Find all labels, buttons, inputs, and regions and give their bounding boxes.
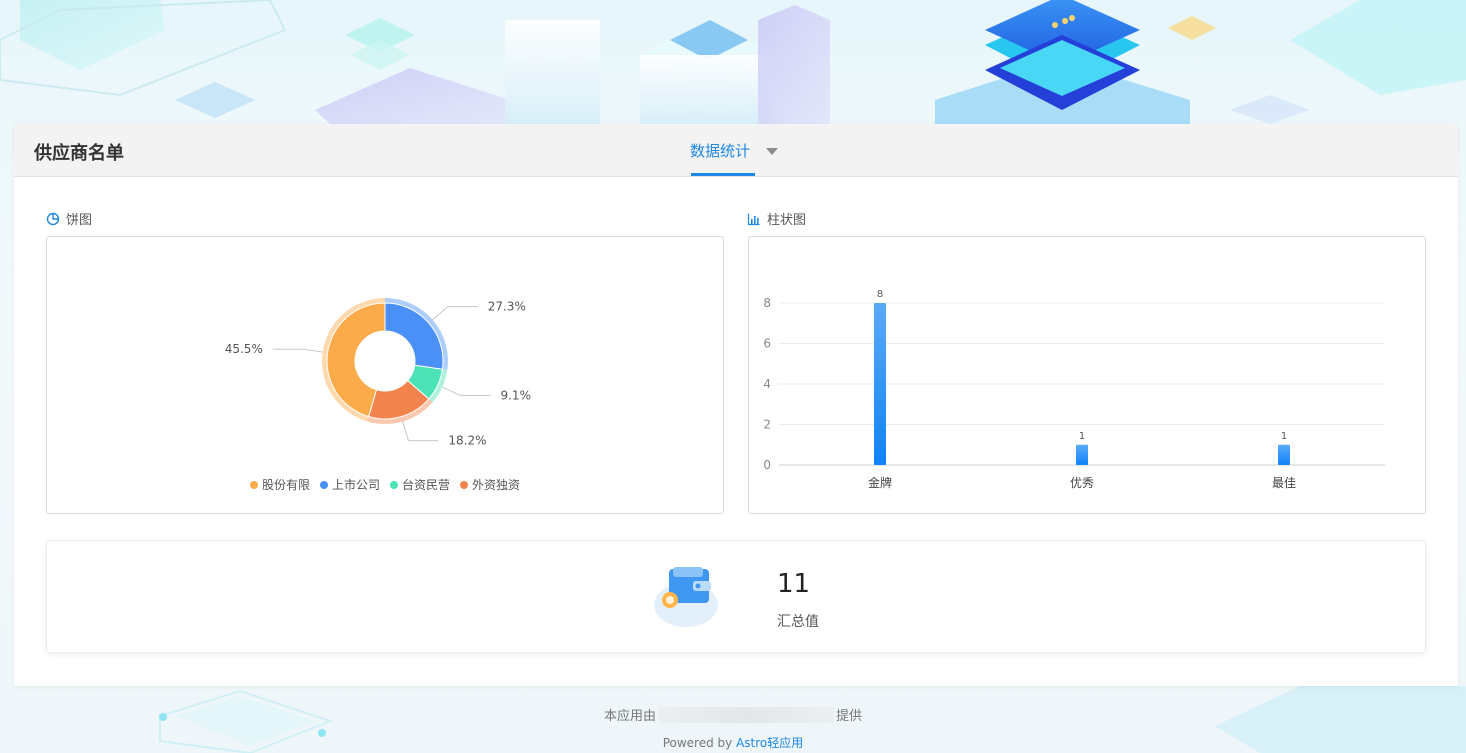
background-decoration (0, 0, 1466, 124)
pie-percent-label: 45.5% (225, 342, 263, 356)
tab-active-underline (691, 173, 755, 176)
legend-label: 台资民营 (402, 478, 451, 492)
y-tick-label: 4 (763, 377, 771, 391)
page-title: 供应商名单 (34, 143, 124, 164)
legend-dot (249, 480, 258, 489)
x-tick-label: 优秀 (1070, 476, 1094, 490)
bar-section-title: 柱状图 (767, 213, 807, 228)
x-tick-label: 最佳 (1272, 476, 1296, 490)
pie-percent-label: 27.3% (488, 300, 526, 314)
footer-provided-suffix: 提供 (836, 709, 863, 724)
redacted-provider-name (658, 707, 834, 723)
footer-powered-by: Powered by Astro轻应用 (0, 734, 1466, 751)
pie-section-title: 饼图 (66, 213, 93, 228)
y-tick-label: 8 (763, 296, 771, 310)
legend-label: 外资独资 (472, 478, 521, 492)
bar-section-label: 柱状图 (747, 209, 806, 228)
legend-item[interactable]: 台资民营 (390, 476, 450, 493)
legend-item[interactable]: 外资独资 (460, 476, 520, 493)
x-tick-label: 金牌 (868, 475, 892, 490)
footer-provider: 本应用由 提供 (0, 705, 1466, 724)
summary-card: 11 汇总值 (46, 540, 1426, 653)
legend-label: 股份有限 (261, 478, 310, 492)
pie-label-line (442, 386, 491, 396)
pie-chart-icon (46, 212, 60, 225)
y-tick-label: 0 (763, 458, 771, 472)
main-card: 供应商名单 数据统计 饼图 45.5% 27.3% 9.1% 18.2% 股份有限 上市… (14, 124, 1458, 686)
footer-powered-text: Powered by (662, 736, 733, 750)
legend-item[interactable]: 股份有限 (249, 476, 310, 493)
background-illustration (0, 0, 1466, 124)
donut-hole (355, 331, 415, 391)
legend-label: 上市公司 (331, 478, 380, 492)
card-header: 供应商名单 数据统计 (14, 124, 1458, 177)
bar-chart: 0 2 4 6 8 8 金牌 1 优秀 1 最佳 (763, 289, 1385, 490)
summary-label: 汇总值 (777, 614, 819, 630)
tab-data-statistics[interactable]: 数据统计 (690, 140, 750, 161)
bar-3[interactable] (1278, 444, 1290, 465)
pie-legend: 股份有限 上市公司 台资民营 外资独资 (47, 476, 723, 493)
chevron-down-icon[interactable] (766, 148, 778, 155)
bar-2[interactable] (1076, 444, 1088, 465)
footer-astro-link[interactable]: Astro轻应用 (736, 736, 803, 750)
pie-percent-label: 18.2% (448, 434, 486, 448)
bar-value-label: 1 (1281, 431, 1287, 442)
footer-provided-prefix: 本应用由 (603, 709, 656, 724)
y-tick-label: 2 (763, 418, 771, 432)
pie-label-line (402, 421, 439, 442)
bar-value-label: 1 (1079, 431, 1085, 442)
bar-chart-panel: 0 2 4 6 8 8 金牌 1 优秀 1 最佳 (748, 236, 1426, 514)
bar-value-label: 8 (877, 289, 883, 300)
legend-dot (460, 480, 469, 489)
pie-chart-panel: 45.5% 27.3% 9.1% 18.2% 股份有限 上市公司 台资民营 外资独资 (46, 236, 724, 514)
legend-dot (390, 480, 398, 489)
pie-percent-label: 9.1% (500, 388, 531, 402)
pie-chart: 45.5% 27.3% 9.1% 18.2% (225, 298, 531, 448)
bar-chart-icon (747, 213, 760, 225)
pie-label-line (432, 306, 478, 321)
bar-1[interactable] (874, 303, 886, 465)
legend-dot (319, 480, 328, 489)
pie-section-label: 饼图 (46, 209, 92, 228)
summary-value: 11 (777, 569, 811, 599)
y-tick-label: 6 (763, 337, 771, 351)
pie-label-line (272, 348, 323, 353)
wallet-icon (654, 567, 718, 627)
legend-item[interactable]: 上市公司 (319, 476, 380, 493)
